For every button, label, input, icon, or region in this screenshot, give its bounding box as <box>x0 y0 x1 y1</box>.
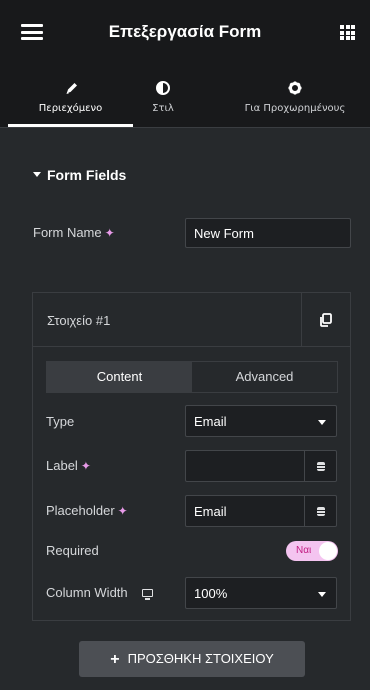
form-name-input[interactable]: New Form <box>185 218 351 248</box>
dynamic-tags-button[interactable] <box>304 496 336 526</box>
chevron-down-icon <box>318 592 326 597</box>
type-select[interactable]: Email <box>185 405 337 437</box>
editor-tabs: Περιεχόμενο Στιλ Για Προχωρημένους <box>0 64 370 128</box>
duplicate-icon[interactable] <box>319 313 333 327</box>
database-icon <box>316 461 325 471</box>
database-icon <box>316 506 325 516</box>
hamburger-icon[interactable] <box>21 24 43 40</box>
ai-sparkle-icon[interactable]: ✦ <box>118 504 128 518</box>
subtab-content[interactable]: Content <box>47 362 192 392</box>
form-name-label: Form Name ✦ <box>33 225 115 240</box>
label-input[interactable] <box>185 450 337 482</box>
placeholder-label: Placeholder ✦ <box>46 503 128 518</box>
gear-icon <box>288 81 302 95</box>
tab-content[interactable]: Περιεχόμενο <box>8 64 133 128</box>
tab-label: Για Προχωρημένους <box>244 103 346 114</box>
tab-style[interactable]: Στιλ <box>133 64 193 128</box>
caret-down-icon <box>33 171 41 177</box>
plus-icon: + <box>110 651 120 668</box>
desktop-icon[interactable] <box>141 589 153 600</box>
ai-sparkle-icon[interactable]: ✦ <box>105 226 115 240</box>
column-width-select[interactable]: 100% <box>185 577 337 609</box>
required-label: Required <box>46 543 99 558</box>
grid-icon[interactable] <box>340 25 355 40</box>
pencil-icon <box>66 83 77 94</box>
tab-advanced[interactable]: Για Προχωρημένους <box>225 64 365 128</box>
contrast-icon <box>156 81 170 95</box>
section-title: Form Fields <box>47 167 127 183</box>
required-toggle[interactable]: Ναι <box>286 541 338 561</box>
section-toggle-form-fields[interactable]: Form Fields <box>33 167 126 183</box>
toggle-knob <box>319 542 337 560</box>
chevron-down-icon <box>318 420 326 425</box>
type-label: Type <box>46 414 75 429</box>
placeholder-input[interactable]: Email <box>185 495 337 527</box>
repeater-item-header[interactable]: Στοιχείο #1 <box>33 293 350 347</box>
content-advanced-switch: Content Advanced <box>46 361 338 393</box>
add-item-button[interactable]: + ΠΡΟΣΘΗΚΗ ΣΤΟΙΧΕΙΟΥ <box>79 641 305 677</box>
repeater-item-title: Στοιχείο #1 <box>47 313 111 328</box>
tab-label: Περιεχόμενο <box>38 103 103 114</box>
top-bar: Επεξεργασία Form <box>0 0 370 64</box>
column-width-label: Column Width <box>46 585 153 600</box>
active-tab-indicator <box>8 124 133 127</box>
tab-label: Στιλ <box>152 103 174 114</box>
subtab-advanced[interactable]: Advanced <box>192 362 337 392</box>
toggle-text: Ναι <box>296 545 312 556</box>
ai-sparkle-icon[interactable]: ✦ <box>81 459 91 473</box>
panel-title: Επεξεργασία Form <box>108 22 262 41</box>
divider <box>301 293 302 346</box>
dynamic-tags-button[interactable] <box>304 451 336 481</box>
label-label: Label ✦ <box>46 458 91 473</box>
